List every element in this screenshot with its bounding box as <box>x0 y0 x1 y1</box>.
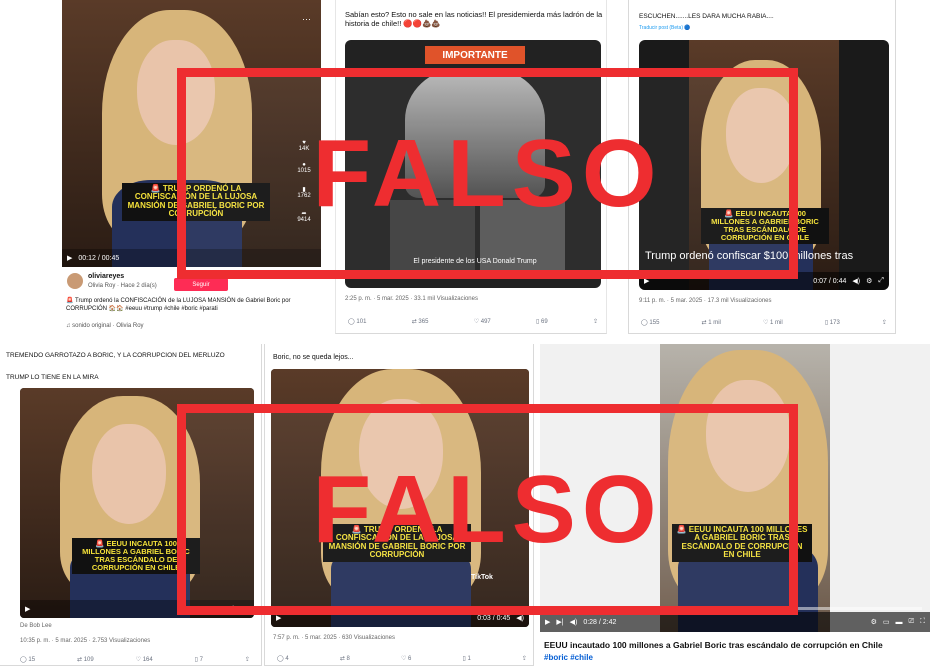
video-title[interactable]: EEUU incautado 100 millones a Gabriel Bo… <box>544 640 928 650</box>
volume-icon[interactable]: ◀) <box>570 618 578 626</box>
theater-icon[interactable]: ▬ <box>895 619 902 626</box>
tweet-actions: ◯ 15 ⇄ 109 ♡ 164 ▯ 7 ⇪ <box>20 656 250 663</box>
reply-icon[interactable]: ◯ 155 <box>641 319 659 326</box>
tweet-timestamp[interactable]: 9:11 p. m. · 5 mar. 2025 · 17.3 mil Visu… <box>639 298 772 304</box>
tweet-text-1: TREMENDO GARROTAZO A BORIC, Y LA CORRUPC… <box>6 352 225 359</box>
cast-icon[interactable]: ⎚ <box>908 618 914 626</box>
falso-stamp-top: FALSO <box>177 68 798 279</box>
tweet-timestamp[interactable]: 10:35 p. m. · 5 mar. 2025 · 2.753 Visual… <box>20 638 150 644</box>
post-description: 🚨 Trump ordenó la CONFISCACIÓN de la LUJ… <box>66 298 291 312</box>
tweet-text: ESCUCHEN.......LES DARA MUCHA RABIA.... <box>639 13 774 20</box>
bookmark-icon[interactable]: ▯ 1 <box>463 655 471 662</box>
like-icon[interactable]: ♡ 1 mil <box>763 319 783 326</box>
falso-stamp-bottom: FALSO <box>177 404 798 615</box>
falso-label: FALSO <box>312 455 663 563</box>
video-hashtags[interactable]: #boric #chile <box>544 653 593 662</box>
retweet-icon[interactable]: ⇄ 8 <box>340 655 350 662</box>
more-icon[interactable]: ··· <box>302 14 311 24</box>
falso-label: FALSO <box>312 119 663 227</box>
play-icon[interactable]: ▶ <box>545 618 550 626</box>
bookmark-icon[interactable]: ▯ 7 <box>195 656 203 663</box>
play-icon[interactable]: ▶ <box>25 605 30 613</box>
bookmark-icon[interactable]: ▯ 173 <box>825 319 840 326</box>
retweet-icon[interactable]: ⇄ 365 <box>412 318 429 325</box>
settings-icon[interactable]: ⚙ <box>871 618 877 626</box>
video-source[interactable]: De Bob Lee <box>20 623 52 629</box>
next-icon[interactable]: ▶| <box>556 618 563 626</box>
username[interactable]: oliviareyes <box>88 273 124 280</box>
translate-link[interactable]: Traducir post (Beta) 🔵 <box>639 25 691 31</box>
fullscreen-icon[interactable]: ⛶ <box>920 618 925 626</box>
video-time: 0:28 / 2:42 <box>583 618 617 626</box>
video-time: 0:07 / 0:44 <box>813 277 847 285</box>
tweet-timestamp[interactable]: 2:25 p. m. · 5 mar. 2025 · 33.1 mil Visu… <box>345 296 478 302</box>
like-icon[interactable]: ♡ 164 <box>136 656 153 663</box>
bookmark-icon[interactable]: ▯ 69 <box>536 318 548 325</box>
miniplayer-icon[interactable]: ▭ <box>883 618 890 626</box>
like-icon[interactable]: ♡ 497 <box>474 318 491 325</box>
reply-icon[interactable]: ◯ 15 <box>20 656 35 663</box>
tweet-actions: ◯ 155 ⇄ 1 mil ♡ 1 mil ▯ 173 ⇪ <box>641 319 887 326</box>
reply-icon[interactable]: ◯ 4 <box>277 655 289 662</box>
fullscreen-icon[interactable]: ⤢ <box>878 277 884 285</box>
share-icon[interactable]: ⇪ <box>593 318 598 325</box>
important-badge: IMPORTANTE <box>425 46 525 64</box>
like-icon[interactable]: ♡ 6 <box>401 655 411 662</box>
avatar[interactable] <box>67 273 83 289</box>
play-icon[interactable]: ▶ <box>67 254 72 262</box>
retweet-icon[interactable]: ⇄ 109 <box>77 656 94 663</box>
reply-icon[interactable]: ◯ 101 <box>348 318 366 325</box>
tweet-text: Sabían esto? Esto no sale en las noticia… <box>345 10 603 29</box>
tweet-text: Boric, no se queda lejos... <box>273 354 354 361</box>
retweet-icon[interactable]: ⇄ 1 mil <box>702 319 721 326</box>
video-time: 0:03 / 0:45 <box>477 614 511 622</box>
share-icon[interactable]: ⇪ <box>522 655 527 662</box>
tweet-timestamp[interactable]: 7:57 p. m. · 5 mar. 2025 · 630 Visualiza… <box>273 635 395 641</box>
tweet-actions: ◯ 101 ⇄ 365 ♡ 497 ▯ 69 ⇪ <box>348 318 598 325</box>
volume-icon[interactable]: ◀) <box>852 277 860 285</box>
video-controls[interactable]: ▶ ▶| ◀) 0:28 / 2:42 ⚙ ▭ ▬ ⎚ ⛶ <box>540 612 930 632</box>
user-meta: Olivia Roy · Hace 2 día(s) <box>88 283 157 289</box>
video-time: 00:12 / 00:45 <box>78 254 120 262</box>
follow-button[interactable]: Seguir <box>174 278 228 291</box>
share-icon[interactable]: ⇪ <box>882 319 887 326</box>
tweet-actions: ◯ 4 ⇄ 8 ♡ 6 ▯ 1 ⇪ <box>277 655 527 662</box>
collage-canvas: 🚨 TRUMP ORDENÓ LA CONFISCACIÓN DE LA LUJ… <box>0 0 930 666</box>
play-icon[interactable]: ▶ <box>276 614 281 622</box>
sound-label[interactable]: ♫ sonido original · Olivia Roy <box>66 323 144 329</box>
volume-icon[interactable]: ◀) <box>516 614 524 622</box>
tweet-text-2: TRUMP LO TIENE EN LA MIRA <box>6 374 99 381</box>
settings-icon[interactable]: ⚙ <box>866 277 872 285</box>
share-icon[interactable]: ⇪ <box>245 656 250 663</box>
